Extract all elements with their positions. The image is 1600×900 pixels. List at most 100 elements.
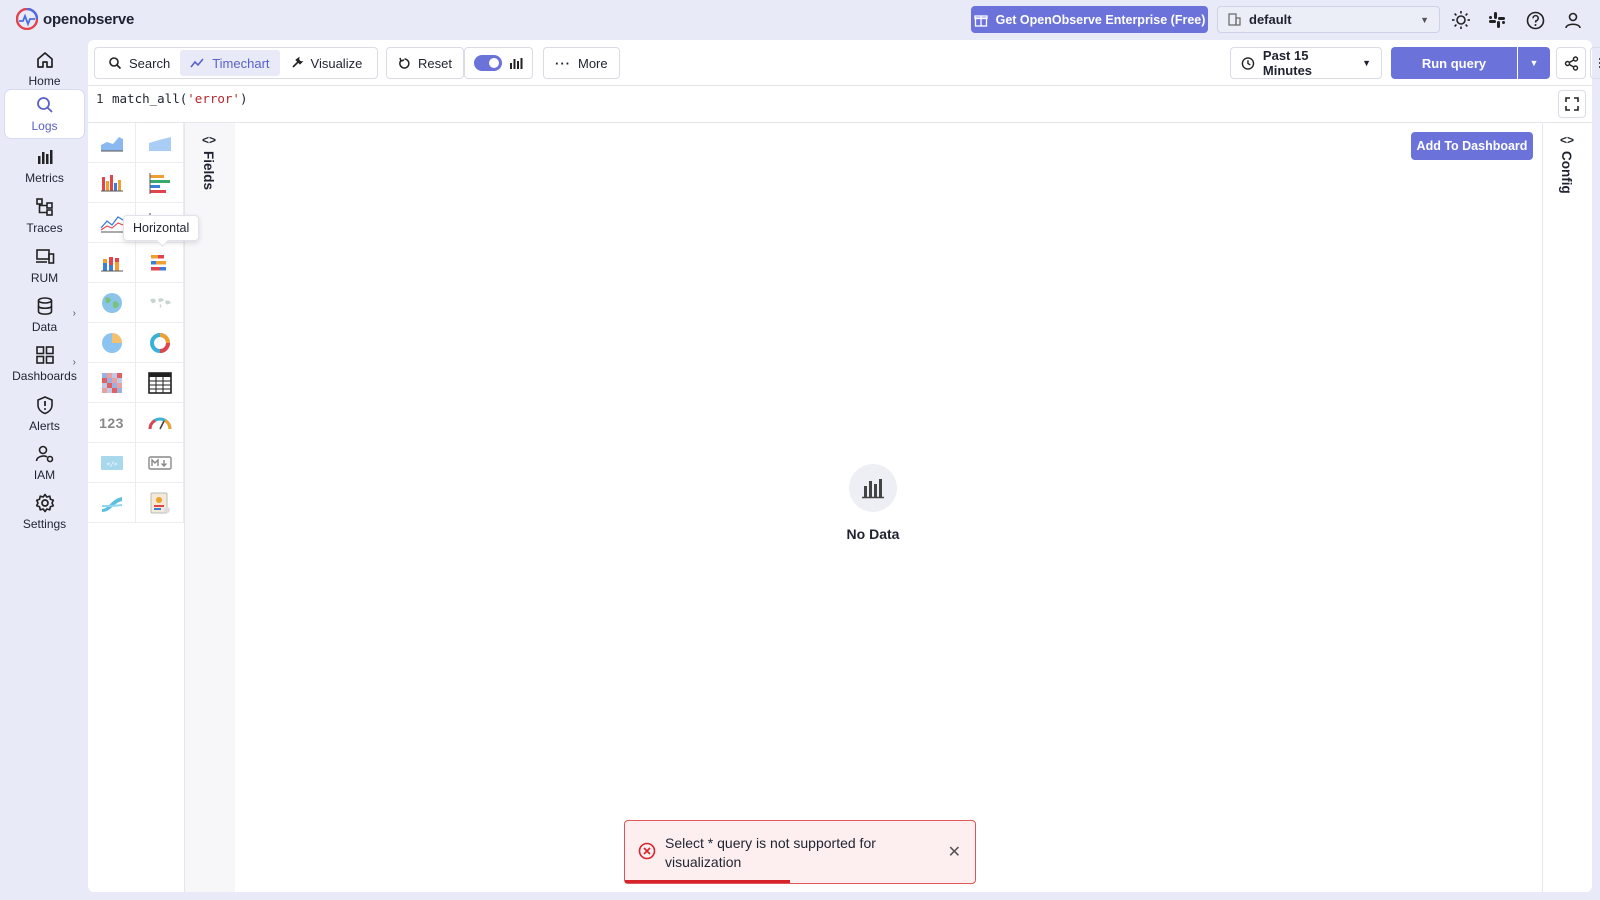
toggle-switch[interactable] — [474, 55, 502, 71]
nav-dashboards[interactable]: Dashboards › — [5, 340, 84, 388]
stacked-area-icon — [148, 136, 171, 151]
nav-data[interactable]: Data › — [5, 291, 84, 339]
chart-type-html[interactable]: </> — [88, 443, 136, 483]
chart-type-area[interactable] — [88, 123, 136, 163]
query-code[interactable]: match_all('error') — [112, 91, 247, 106]
chart-type-heatmap[interactable] — [88, 363, 136, 403]
chart-type-markdown[interactable] — [136, 443, 184, 483]
config-label: Config — [1559, 151, 1574, 194]
dashboard-icon — [35, 346, 54, 364]
nav-home[interactable]: Home — [5, 45, 84, 93]
fullscreen-button[interactable] — [1558, 90, 1586, 118]
tree-icon — [35, 198, 53, 216]
fields-label: Fields — [201, 151, 216, 191]
no-data-label: No Data — [846, 526, 900, 542]
reset-icon — [399, 57, 410, 69]
bar-chart-icon — [37, 150, 52, 164]
nav-logs[interactable]: Logs — [5, 90, 84, 138]
share-icon — [1564, 55, 1578, 71]
time-range-picker[interactable]: Past 15 Minutes ▼ — [1230, 47, 1382, 79]
line-chart-icon — [100, 215, 123, 232]
nav-iam[interactable]: IAM — [5, 439, 84, 487]
reset-button[interactable]: Reset — [386, 47, 464, 79]
chart-type-table[interactable] — [136, 363, 184, 403]
org-value: default — [1249, 12, 1292, 27]
mode-toggle-group: Search Timechart Visualize — [94, 47, 378, 79]
user-icon — [1565, 12, 1581, 29]
enterprise-button[interactable]: Get OpenObserve Enterprise (Free) — [971, 6, 1208, 33]
sankey-icon — [101, 496, 122, 512]
nav-settings[interactable]: Settings — [5, 488, 84, 536]
add-to-dashboard-button[interactable]: Add To Dashboard — [1411, 132, 1533, 160]
main-panel: Search Timechart Visualize Reset ··· Mor… — [88, 40, 1600, 892]
area-chart-icon — [100, 136, 123, 151]
database-icon — [37, 297, 52, 315]
profile-button[interactable] — [1562, 9, 1584, 31]
clock-icon — [1241, 56, 1255, 70]
chart-type-stacked-bar[interactable] — [88, 243, 136, 283]
sun-icon — [1452, 11, 1470, 29]
run-query-dropdown[interactable]: ▼ — [1518, 47, 1550, 79]
metric-number-icon: 123 — [99, 414, 124, 431]
chart-type-maps[interactable] — [136, 283, 184, 323]
chevron-down-icon: ▼ — [1420, 14, 1429, 25]
nav-alerts[interactable]: Alerts — [5, 390, 84, 438]
chart-type-metric[interactable]: 123 — [88, 403, 136, 443]
code-chevron-icon[interactable]: <> — [202, 133, 216, 147]
code-chevron-icon[interactable]: <> — [1560, 133, 1574, 147]
world-map-icon — [149, 297, 171, 308]
bar-chart-icon — [510, 57, 523, 69]
nav-traces[interactable]: Traces — [5, 192, 84, 240]
help-button[interactable] — [1524, 9, 1546, 31]
logo-text: openobserve — [43, 10, 135, 28]
gauge-icon — [148, 417, 171, 429]
chart-type-horizontal-stacked[interactable] — [136, 243, 184, 283]
chart-type-geomap[interactable] — [88, 283, 136, 323]
histogram-toggle[interactable] — [464, 47, 533, 79]
search-icon — [109, 57, 122, 70]
slack-button[interactable] — [1486, 9, 1508, 31]
run-query-button[interactable]: Run query — [1391, 47, 1517, 79]
help-icon — [1526, 11, 1544, 29]
timechart-mode-button[interactable]: Timechart — [180, 50, 280, 76]
chart-type-tooltip: Horizontal — [123, 215, 200, 241]
chart-type-stacked-area[interactable] — [136, 123, 184, 163]
more-button[interactable]: ··· More — [543, 47, 620, 79]
theme-toggle-button[interactable] — [1450, 9, 1472, 31]
toast-message: Select * query is not supported for visu… — [665, 835, 876, 870]
nav-metrics[interactable]: Metrics — [5, 142, 84, 190]
share-button[interactable] — [1556, 47, 1586, 79]
org-select[interactable]: default ▼ — [1217, 6, 1440, 33]
home-icon — [36, 52, 53, 68]
chevron-down-icon: ▼ — [1529, 58, 1539, 68]
visualize-mode-button[interactable]: Visualize — [280, 50, 373, 76]
menu-button[interactable] — [1590, 47, 1600, 79]
nav-rum[interactable]: RUM — [5, 242, 84, 290]
toast-progress-bar — [625, 880, 790, 883]
chart-type-pie[interactable] — [88, 323, 136, 363]
search-mode-button[interactable]: Search — [98, 50, 180, 76]
logo-icon — [16, 8, 38, 30]
slack-icon — [1489, 12, 1505, 28]
chart-type-custom[interactable] — [136, 483, 184, 523]
no-data-state: No Data — [818, 464, 928, 542]
chart-type-bar[interactable] — [88, 163, 136, 203]
shield-alert-icon — [36, 396, 53, 415]
chevron-down-icon: ▼ — [1362, 58, 1371, 68]
chart-type-horizontal-bar[interactable] — [136, 163, 184, 203]
query-editor[interactable]: 1 match_all('error') — [88, 86, 1592, 123]
globe-icon — [101, 292, 122, 313]
no-data-icon-circle — [849, 464, 897, 512]
gear-icon — [35, 493, 54, 513]
stacked-bar-icon — [100, 256, 123, 271]
donut-chart-icon — [149, 332, 170, 353]
heatmap-icon — [101, 372, 122, 393]
search-icon — [36, 97, 53, 113]
fullscreen-icon — [1565, 97, 1579, 111]
chart-type-gauge[interactable] — [136, 403, 184, 443]
config-panel-collapsed[interactable]: <> Config — [1542, 123, 1592, 892]
app-logo[interactable]: openobserve — [16, 8, 134, 30]
chart-type-sankey[interactable] — [88, 483, 136, 523]
chart-type-donut[interactable] — [136, 323, 184, 363]
close-icon[interactable]: ✕ — [948, 842, 961, 862]
